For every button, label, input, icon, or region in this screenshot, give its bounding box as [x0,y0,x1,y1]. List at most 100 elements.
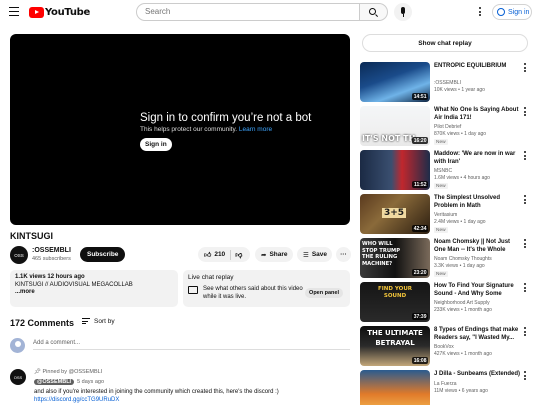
comment-time[interactable]: 5 days ago [77,379,104,385]
show-chat-replay-button[interactable]: Show chat replay [362,34,528,52]
recommendation-meta: 1.6M views • 4 hours ago [434,175,490,181]
video-thumbnail[interactable]: FIND YOUR SOUND 37:39 [360,282,430,322]
pin-icon: 📌︎ [34,369,41,375]
more-actions-icon[interactable]: ··· [336,247,351,262]
comment-count: 172 Comments [10,318,75,328]
live-chat-title: Live chat replay [188,274,234,281]
thumbs-down-icon[interactable]: 👎︎ [235,250,242,259]
youtube-play-icon [29,6,44,18]
voice-search-icon[interactable] [394,3,412,21]
video-thumbnail[interactable]: WHO WILL STOP TRUMP THE RULING MACHINE? … [360,238,430,278]
comment-text: and also if you're interested in joining… [34,389,279,395]
description-box[interactable]: 1.1K views 12 hours ago KINTSUGI // AUDI… [10,270,178,307]
recommendation-channel[interactable]: Noam Chomsky Thoughts [434,256,492,262]
sign-in-label: Sign in [508,8,530,16]
recommendation-meta: 11M views • 6 years ago [434,388,488,394]
thumbs-up-icon[interactable]: 👍︎ [204,250,211,259]
recommendation-meta: 3.3K views • 1 day ago [434,263,485,269]
save-icon: ☰ [303,251,309,259]
channel-name[interactable]: :OSSEMBLI [32,247,71,254]
comment-link[interactable]: https://discord.gg/ccTG9URuDX [34,397,119,403]
duration-badge: 37:39 [412,313,428,320]
video-thumbnail[interactable]: 3+5 42:34 [360,194,430,234]
video-title: KINTSUGI [10,231,54,241]
recommendation-channel[interactable]: MSNBC [434,168,452,174]
search-input[interactable]: Search [136,3,360,21]
recommendation-item[interactable]: J Dilla - Sunbeams (Extended) La Fuerza … [360,370,532,405]
recommendation-title[interactable]: ENTROPIC EQUILIBRIUM [434,62,522,70]
recommendation-channel[interactable]: Neighborhood Art Supply [434,300,490,306]
video-thumbnail[interactable]: THE ULTIMATE BETRAYAL 16:08 [360,326,430,366]
duration-badge: 16:20 [412,137,428,144]
video-player[interactable]: Sign in to confirm you’re not a bot This… [10,34,350,225]
recommendation-title[interactable]: Maddow: 'We are now in war with Iran' [434,150,522,166]
recommendation-title[interactable]: The Simplest Unsolved Problem in Math [434,194,522,210]
recommendation-title[interactable]: 8 Types of Endings that make Readers say… [434,326,522,342]
youtube-logo[interactable]: YouTube [29,6,90,18]
subscriber-count: 465 subscribers [32,256,71,262]
recommendation-item[interactable]: 11:52 Maddow: 'We are now in war with Ir… [360,150,532,191]
thumbnail-caption: IT'S NOT TH [362,134,416,143]
recommendation-title[interactable]: Noam Chomsky || Not Just One Man -- It's… [434,238,522,254]
pinned-label: 📌︎ Pinned by @OSSEMBLI [34,369,102,375]
sign-in-button[interactable]: Sign in [492,4,532,20]
video-thumbnail[interactable]: 11:52 [360,150,430,190]
recommendation-meta: 233K views • 1 month ago [434,307,492,313]
duration-badge: 11:52 [412,181,428,188]
recommendation-title[interactable]: J Dilla - Sunbeams (Extended) [434,370,522,378]
more-options-icon[interactable] [523,283,527,294]
more-options-icon[interactable] [523,195,527,206]
description-more-link[interactable]: ...more [15,289,173,297]
video-thumbnail[interactable]: 14:51 [360,62,430,102]
video-thumbnail[interactable]: IT'S NOT TH 16:20 [360,106,430,146]
comment-author-avatar[interactable]: OSS [10,369,26,385]
subscribe-button[interactable]: Subscribe [80,247,126,262]
recommendation-channel[interactable]: BookVox [434,344,454,350]
open-panel-button[interactable]: Open panel [305,288,343,298]
add-comment-input[interactable]: Add a comment... [33,340,350,350]
pinned-text: Pinned by @OSSEMBLI [42,369,103,375]
recommendation-item[interactable]: 3+5 42:34 The Simplest Unsolved Problem … [360,194,532,235]
learn-more-link[interactable]: Learn more [239,126,272,133]
bot-check-sub: This helps protect our community. [140,126,238,133]
recommendation-title[interactable]: What No One Is Saying About Air India 17… [434,106,522,122]
player-sign-in-button[interactable]: Sign in [140,138,172,151]
recommendation-meta: 870K views • 1 day ago [434,131,487,137]
hamburger-menu-icon[interactable] [9,7,19,17]
comment-author[interactable]: @OSSEMBLI [34,379,75,385]
recommendation-channel[interactable]: :OSSEMBLI [434,80,461,86]
search-button[interactable] [360,3,388,21]
duration-badge: 23:20 [412,269,428,276]
recommendation-item[interactable]: FIND YOUR SOUND 37:39 How To Find Your S… [360,282,532,323]
recommendation-item[interactable]: THE ULTIMATE BETRAYAL 16:08 8 Types of E… [360,326,532,367]
new-badge: New [434,227,448,233]
recommendation-channel[interactable]: Veritasium [434,212,457,218]
share-icon: ➦ [261,251,267,259]
channel-avatar[interactable]: OSS [10,246,28,264]
live-chat-replay-card: Live chat replay See what others said ab… [183,270,350,307]
like-count[interactable]: 210 [214,251,225,258]
save-button[interactable]: ☰ Save [297,247,332,262]
video-thumbnail[interactable] [360,370,430,405]
more-options-icon[interactable] [523,63,527,74]
more-options-icon[interactable] [523,107,527,118]
thumbnail-caption: THE ULTIMATE BETRAYAL [367,329,423,347]
more-options-icon[interactable] [523,371,527,382]
top-bar: YouTube Search Sign in [0,0,540,24]
more-options-icon[interactable] [523,239,527,250]
description-text: KINTSUGI // AUDIOVISUAL MEGACOLLAB [15,281,133,288]
more-options-icon[interactable] [523,151,527,162]
recommendation-channel[interactable]: La Fuerza [434,381,457,387]
recommendation-item[interactable]: IT'S NOT TH 16:20 What No One Is Saying … [360,106,532,147]
sort-by-button[interactable]: Sort by [82,318,115,326]
recommendation-item[interactable]: 14:51 ENTROPIC EQUILIBRIUM :OSSEMBLI 10K… [360,62,532,103]
like-dislike-group: 👍︎ 210 👎︎ [198,247,250,262]
user-avatar [10,338,25,353]
recommendation-item[interactable]: WHO WILL STOP TRUMP THE RULING MACHINE? … [360,238,532,279]
more-options-icon[interactable] [523,327,527,338]
settings-more-icon[interactable] [478,7,482,18]
thumbnail-caption: 3+5 [382,208,407,218]
recommendation-channel[interactable]: Pilot Debrief [434,124,461,130]
recommendation-title[interactable]: How To Find Your Signature Sound - And W… [434,282,522,298]
share-button[interactable]: ➦ Share [255,247,293,262]
